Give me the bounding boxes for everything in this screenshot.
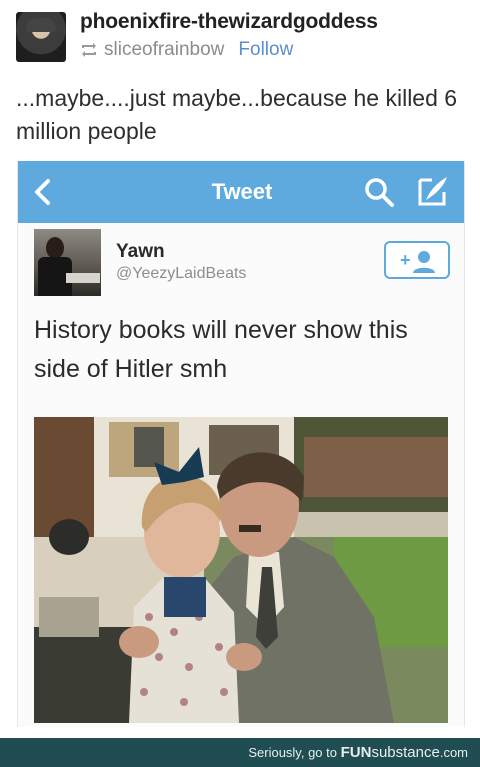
reblog-line: sliceofrainbow Follow <box>80 39 293 61</box>
reblogged-from[interactable]: sliceofrainbow <box>104 39 224 61</box>
avatar-helmet-visor <box>26 18 56 32</box>
follow-link[interactable]: Follow <box>238 39 293 61</box>
tweet-screenshot: Tweet Yawn @YeezyLaidBeats + History boo… <box>17 161 465 727</box>
avatar-keyboard <box>66 273 100 283</box>
tweet-text: History books will never show this side … <box>34 316 408 383</box>
footer-brand-rest: substance <box>371 744 440 761</box>
tweet-author-avatar[interactable] <box>34 229 101 296</box>
footer-watermark[interactable]: Seriously, go to FUNsubstance.com <box>248 744 468 761</box>
reblog-icon <box>82 43 96 57</box>
compose-icon[interactable] <box>416 174 450 208</box>
post-caption: ...maybe....just maybe...because he kill… <box>16 85 458 144</box>
plus-symbol: + <box>400 250 411 270</box>
tweet-photo[interactable] <box>34 417 448 723</box>
tweet-author-handle[interactable]: @YeezyLaidBeats <box>116 265 246 283</box>
footer-brand-tld: .com <box>439 745 468 760</box>
tweet-author-name[interactable]: Yawn <box>116 241 165 263</box>
post-header: phoenixfire-thewizardgoddess sliceofrain… <box>0 0 480 80</box>
footer-bar: Seriously, go to FUNsubstance.com <box>0 738 480 767</box>
avatar-head <box>46 237 64 259</box>
tweet-nav-title: Tweet <box>211 179 273 204</box>
tweet-nav-bar: Tweet <box>18 161 464 223</box>
post-username[interactable]: phoenixfire-thewizardgoddess <box>80 10 378 34</box>
footer-prefix: Seriously, go to <box>248 745 341 760</box>
add-user-icon: + <box>400 250 435 273</box>
user-avatar[interactable] <box>16 12 66 62</box>
tweet-follow-button[interactable]: + <box>384 241 450 279</box>
footer-brand: FUN <box>340 744 372 761</box>
search-icon[interactable] <box>363 176 395 208</box>
photo-man-and-girl <box>34 417 448 723</box>
